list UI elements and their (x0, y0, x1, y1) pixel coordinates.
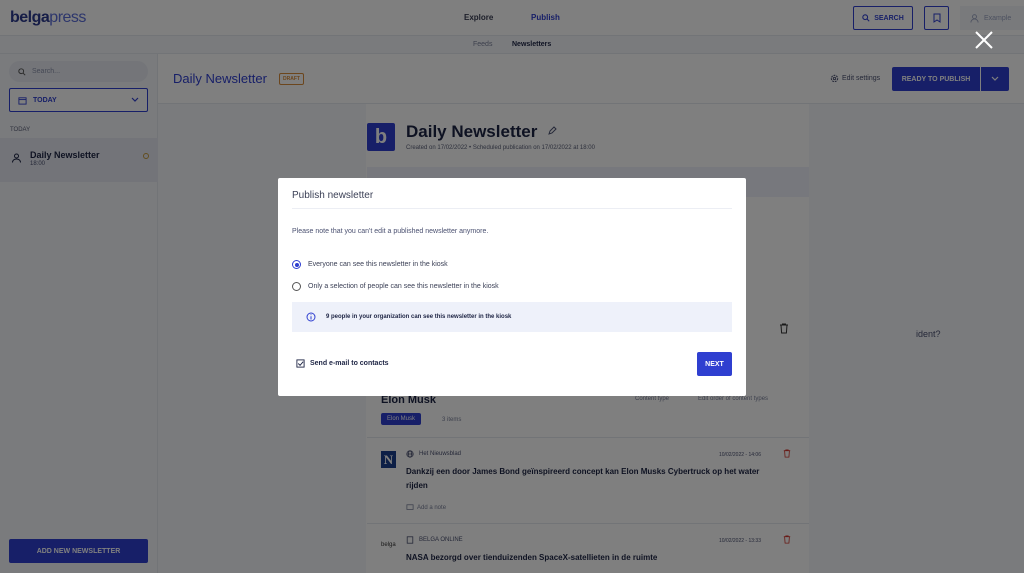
divider (292, 208, 732, 209)
modal-title: Publish newsletter (292, 190, 374, 201)
radio-button-checked[interactable] (292, 260, 301, 269)
send-email-label: Send e-mail to contacts (310, 360, 389, 367)
radio-selection[interactable]: Only a selection of people can see this … (292, 282, 499, 291)
info-banner: 9 people in your organization can see th… (292, 302, 732, 332)
info-text: 9 people in your organization can see th… (326, 314, 512, 320)
modal-note: Please note that you can't edit a publis… (292, 228, 489, 235)
publish-modal: Publish newsletter Please note that you … (278, 178, 746, 396)
send-email-button[interactable]: Send e-mail to contacts (296, 359, 389, 368)
next-button[interactable]: NEXT (697, 352, 732, 376)
radio-button-unchecked[interactable] (292, 282, 301, 291)
radio-everyone[interactable]: Everyone can see this newsletter in the … (292, 260, 448, 269)
radio-selection-label: Only a selection of people can see this … (308, 283, 499, 290)
close-icon[interactable] (973, 29, 995, 51)
radio-everyone-label: Everyone can see this newsletter in the … (308, 261, 448, 268)
checkbox-icon (296, 359, 305, 368)
info-icon (306, 312, 316, 322)
